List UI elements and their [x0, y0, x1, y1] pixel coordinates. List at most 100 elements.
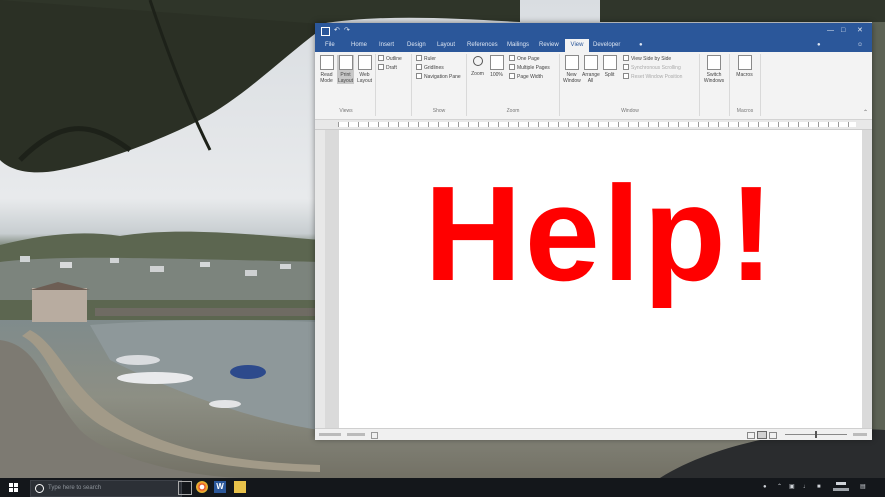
- maximize-icon[interactable]: □: [841, 25, 845, 37]
- outline-button[interactable]: Outline: [378, 55, 402, 63]
- start-tile: [14, 488, 18, 492]
- page-width-button[interactable]: Page Width: [509, 73, 543, 81]
- arrange-all-button[interactable]: Arrange All: [582, 55, 600, 84]
- ribbon: Read Mode Print Layout Web Layout Views …: [315, 52, 872, 120]
- chrome-icon[interactable]: [196, 481, 208, 493]
- zoom-level-indicator[interactable]: [853, 433, 867, 436]
- multiple-pages-button[interactable]: Multiple Pages: [509, 64, 550, 72]
- side-by-side-icon: [623, 55, 629, 61]
- draft-icon: [378, 64, 384, 70]
- tab-view[interactable]: View: [565, 39, 589, 52]
- page-count-indicator[interactable]: [319, 433, 341, 436]
- navigation-pane-checkbox[interactable]: Navigation Pane: [416, 73, 461, 81]
- smiley-icon[interactable]: ☺: [855, 39, 865, 52]
- windows-start-icon[interactable]: [9, 483, 19, 493]
- web-layout-view-icon[interactable]: [769, 432, 777, 439]
- proofing-icon[interactable]: [371, 432, 378, 439]
- zoom-group: Zoom 100% One Page Multiple Pages Page W…: [467, 54, 560, 116]
- clock[interactable]: [833, 482, 849, 493]
- share-icon[interactable]: ●: [815, 39, 823, 52]
- document-page[interactable]: Help!: [339, 130, 862, 428]
- zoom-group-label: Zoom: [506, 108, 520, 114]
- action-center-icon[interactable]: ▤: [860, 478, 866, 497]
- taskbar-search-box[interactable]: Type here to search: [30, 480, 182, 497]
- tab-developer[interactable]: Developer: [591, 39, 622, 52]
- show-group: Ruler Gridlines Navigation Pane Show: [411, 54, 467, 116]
- macros-button[interactable]: Macros: [736, 55, 753, 78]
- title-bar: ↶ ↷ — □ ✕: [315, 23, 872, 39]
- start-tile: [9, 483, 13, 487]
- search-placeholder: Type here to search: [48, 485, 102, 491]
- zoom-100-button[interactable]: 100%: [488, 55, 505, 78]
- lightbulb-icon[interactable]: ●: [637, 39, 645, 52]
- arrange-all-icon: [583, 55, 598, 70]
- volume-icon[interactable]: ♩: [803, 478, 809, 497]
- cortana-icon: [35, 484, 44, 493]
- page-100-icon: [489, 55, 504, 70]
- window-group-label: Window: [621, 108, 639, 114]
- zoom-button[interactable]: Zoom: [469, 55, 486, 77]
- vertical-ruler[interactable]: [315, 130, 325, 428]
- show-group-label: Show: [432, 108, 446, 114]
- multiple-pages-icon: [509, 64, 515, 70]
- language-icon[interactable]: ■: [817, 478, 821, 497]
- undo-icon[interactable]: ↶: [334, 25, 340, 37]
- one-page-icon: [509, 55, 515, 61]
- macros-icon: [737, 55, 752, 70]
- tray-chevron-icon[interactable]: ⌃: [777, 478, 782, 497]
- start-tile: [9, 488, 13, 492]
- reset-position-icon: [623, 73, 629, 79]
- outline-icon: [378, 55, 384, 61]
- navigation-pane-checkbox-box: [416, 73, 422, 79]
- views-group: Read Mode Print Layout Web Layout Views: [317, 54, 376, 116]
- people-icon[interactable]: ●: [763, 478, 767, 497]
- split-button[interactable]: Split: [601, 55, 618, 78]
- web-layout-button[interactable]: Web Layout: [356, 55, 373, 84]
- read-mode-view-icon[interactable]: [747, 432, 755, 439]
- switch-windows-button[interactable]: Switch Windows: [703, 55, 725, 84]
- read-mode-icon: [319, 55, 334, 70]
- close-icon[interactable]: ✕: [857, 25, 863, 37]
- redo-icon[interactable]: ↷: [344, 25, 350, 37]
- ribbon-tab-bar: File Home Insert Design Layout Reference…: [315, 39, 872, 52]
- one-page-button[interactable]: One Page: [509, 55, 540, 63]
- tab-references[interactable]: References: [465, 39, 500, 52]
- file-explorer-icon[interactable]: [234, 481, 246, 493]
- zoom-slider-thumb[interactable]: [815, 431, 817, 438]
- horizontal-ruler[interactable]: [315, 120, 872, 130]
- minimize-icon[interactable]: —: [827, 25, 834, 37]
- ruler-checkbox-box: [416, 55, 422, 61]
- start-tile: [14, 483, 18, 487]
- tab-design[interactable]: Design: [405, 39, 428, 52]
- collapse-ribbon-icon[interactable]: ⌃: [863, 109, 868, 116]
- word-count-indicator[interactable]: [347, 433, 365, 436]
- draft-button[interactable]: Draft: [378, 64, 397, 72]
- document-body-text[interactable]: Help!: [339, 164, 862, 304]
- page-width-icon: [509, 73, 515, 79]
- tab-review[interactable]: Review: [537, 39, 561, 52]
- new-window-button[interactable]: New Window: [563, 55, 581, 84]
- word-app-icon[interactable]: W: [214, 481, 226, 493]
- synchronous-scrolling-button[interactable]: Synchronous Scrolling: [623, 64, 681, 72]
- network-icon[interactable]: ▣: [789, 478, 795, 497]
- tab-file[interactable]: File: [323, 39, 337, 52]
- save-icon[interactable]: [321, 27, 330, 36]
- view-side-by-side-button[interactable]: View Side by Side: [623, 55, 671, 63]
- read-mode-button[interactable]: Read Mode: [318, 55, 335, 84]
- tab-mailings[interactable]: Mailings: [505, 39, 531, 52]
- reset-window-position-button[interactable]: Reset Window Position: [623, 73, 682, 81]
- clock-time: [836, 482, 846, 485]
- print-layout-button[interactable]: Print Layout: [337, 55, 354, 84]
- ruler-checkbox[interactable]: Ruler: [416, 55, 436, 63]
- switch-windows-icon: [707, 55, 721, 70]
- tab-home[interactable]: Home: [349, 39, 369, 52]
- split-icon: [602, 55, 617, 70]
- status-bar: [315, 428, 872, 440]
- gridlines-checkbox[interactable]: Gridlines: [416, 64, 444, 72]
- ruler-scale: [338, 122, 856, 127]
- tab-layout[interactable]: Layout: [435, 39, 457, 52]
- window-group: New Window Arrange All Split View Side b…: [561, 54, 700, 116]
- tab-insert[interactable]: Insert: [377, 39, 396, 52]
- task-view-icon[interactable]: [178, 481, 192, 495]
- print-layout-view-icon[interactable]: [757, 431, 767, 439]
